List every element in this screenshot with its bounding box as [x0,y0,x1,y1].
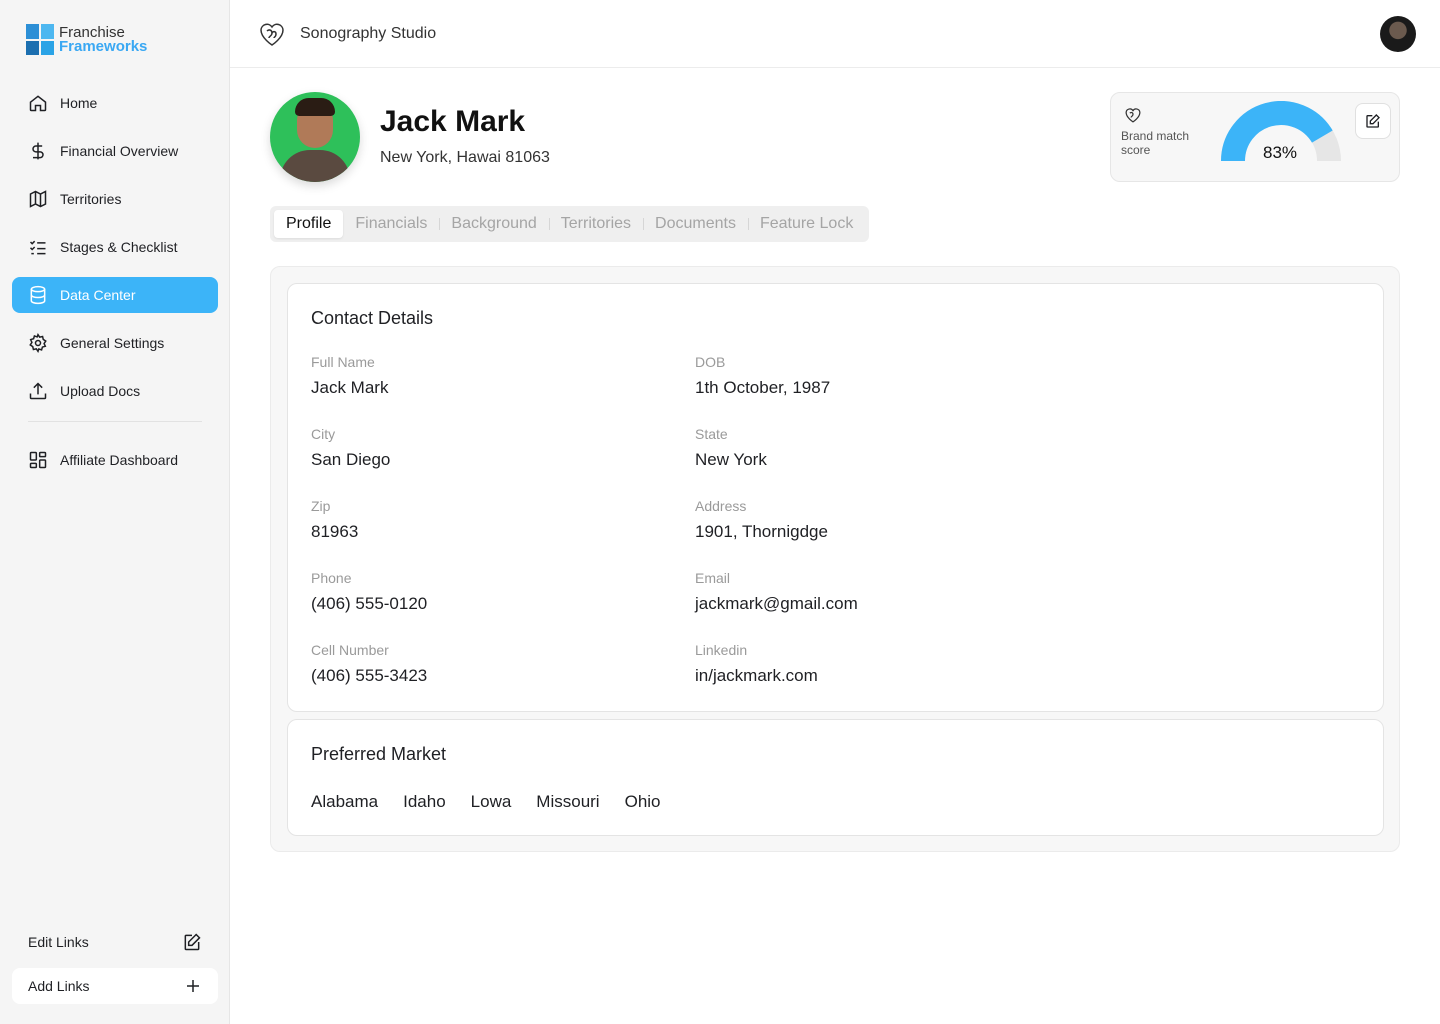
tab-financials[interactable]: Financials [343,210,439,238]
field-full-name: Full Name Jack Mark [311,354,671,398]
field-label: Cell Number [311,642,389,658]
map-icon [29,190,47,208]
field-cell-number: Cell Number (406) 555-3423 [311,642,671,686]
field-label: City [311,426,336,442]
profile-avatar [270,92,360,182]
brand-match-value: 83% [1263,143,1298,162]
field-value: Jack Mark [311,378,389,397]
sidebar-item-home[interactable]: Home [12,85,218,121]
sidebar-item-upload-docs[interactable]: Upload Docs [12,373,218,409]
sidebar-item-label: Affiliate Dashboard [60,452,179,468]
sidebar-item-label: Territories [60,191,122,207]
profile-tabs: Profile Financials Background Territorie… [270,206,870,242]
sidebar-item-general-settings[interactable]: General Settings [12,325,218,361]
dollar-icon [32,142,44,160]
sidebar-nav: Home Financial Overview Territories Stag… [12,85,218,490]
sidebar: Franchise Frameworks Home Financial Over… [0,0,230,1024]
home-icon [29,95,47,112]
field-value: 1901, Thornigdge [695,522,828,541]
market-item: Lowa [470,792,512,811]
sidebar-item-label: General Settings [60,335,165,351]
field-state: State New York [695,426,1055,470]
preferred-market-card: Preferred Market Alabama Idaho Lowa Miss… [287,719,1384,836]
sidebar-divider [28,421,202,422]
sidebar-item-label: Data Center [60,287,136,303]
field-label: Email [695,570,731,586]
sidebar-item-stages-checklist[interactable]: Stages & Checklist [12,229,218,265]
field-address: Address 1901, Thornigdge [695,498,1055,542]
add-links-button[interactable]: Add Links [12,968,218,1004]
user-avatar[interactable] [1380,16,1416,52]
profile-location: New York, Hawai 81063 [380,149,550,166]
sidebar-item-label: Home [60,95,98,111]
field-dob: DOB 1th October, 1987 [695,354,1055,398]
field-label: Linkedin [695,642,748,658]
preferred-market-title: Preferred Market [311,744,447,764]
dashboard-icon [29,451,47,469]
field-phone: Phone (406) 555-0120 [311,570,671,614]
field-value[interactable]: jackmark@gmail.com [695,594,1055,614]
profile-name: Jack Mark [380,105,526,138]
tab-feature-lock[interactable]: Feature Lock [747,210,865,238]
sonography-heart-icon [1125,108,1141,123]
add-links-label: Add Links [28,978,90,994]
sidebar-item-label: Upload Docs [60,383,141,399]
market-item: Alabama [311,792,379,811]
field-value: 81963 [311,522,359,541]
sidebar-item-data-center[interactable]: Data Center [12,277,218,313]
contact-details-title: Contact Details [311,308,434,328]
field-label: Zip [311,498,331,514]
field-label: Full Name [311,354,375,370]
edit-icon [1366,114,1380,128]
market-list: Alabama Idaho Lowa Missouri Ohio [311,792,686,812]
market-item: Missouri [536,792,600,811]
field-email: Email jackmark@gmail.com [695,570,1055,614]
field-linkedin: Linkedin in/jackmark.com [695,642,1055,686]
field-value: 1th October, 1987 [695,378,831,397]
tab-background[interactable]: Background [439,210,548,238]
edit-note-icon [184,933,201,951]
tab-documents[interactable]: Documents [643,210,748,238]
field-value: (406) 555-3423 [311,666,428,685]
edit-links-button[interactable]: Edit Links [12,925,218,959]
edit-profile-button[interactable] [1355,103,1391,139]
field-label: DOB [695,354,726,370]
sidebar-item-label: Stages & Checklist [60,239,178,255]
field-value: (406) 555-0120 [311,594,428,613]
sidebar-item-affiliate-dashboard[interactable]: Affiliate Dashboard [12,442,218,478]
field-label: Address [695,498,747,514]
sidebar-item-label: Financial Overview [60,143,179,159]
logo-line-2: Frameworks [59,37,148,55]
sonography-heart-icon [260,23,284,46]
gear-icon [29,333,47,353]
studio-name: Sonography Studio [300,24,437,42]
field-value: San Diego [311,450,391,469]
sidebar-item-financial-overview[interactable]: Financial Overview [12,133,218,169]
plus-icon [187,980,199,992]
top-bar: Sonography Studio [230,0,1440,68]
field-value: New York [695,450,767,469]
market-item: Ohio [624,792,661,811]
market-item: Idaho [403,792,446,811]
database-icon [30,285,46,305]
tab-profile[interactable]: Profile [274,210,344,238]
logo-mark-icon [26,24,54,55]
field-zip: Zip 81963 [311,498,671,542]
contact-details-card: Contact Details Full Name Jack Mark DOB … [287,283,1384,712]
field-label: Phone [311,570,352,586]
franchise-frameworks-logo[interactable]: Franchise Frameworks [26,24,147,55]
brand-match-card: Brand match score 83% [1110,92,1400,182]
brand-match-label: Brand match score [1121,129,1190,157]
sidebar-item-territories[interactable]: Territories [12,181,218,217]
profile-content: Contact Details Full Name Jack Mark DOB … [270,266,1400,852]
checklist-icon [29,240,46,255]
upload-icon [29,382,47,400]
edit-links-label: Edit Links [28,934,89,950]
field-label: State [695,426,728,442]
field-value[interactable]: in/jackmark.com [695,666,1055,686]
tab-territories[interactable]: Territories [548,210,643,238]
field-city: City San Diego [311,426,671,470]
